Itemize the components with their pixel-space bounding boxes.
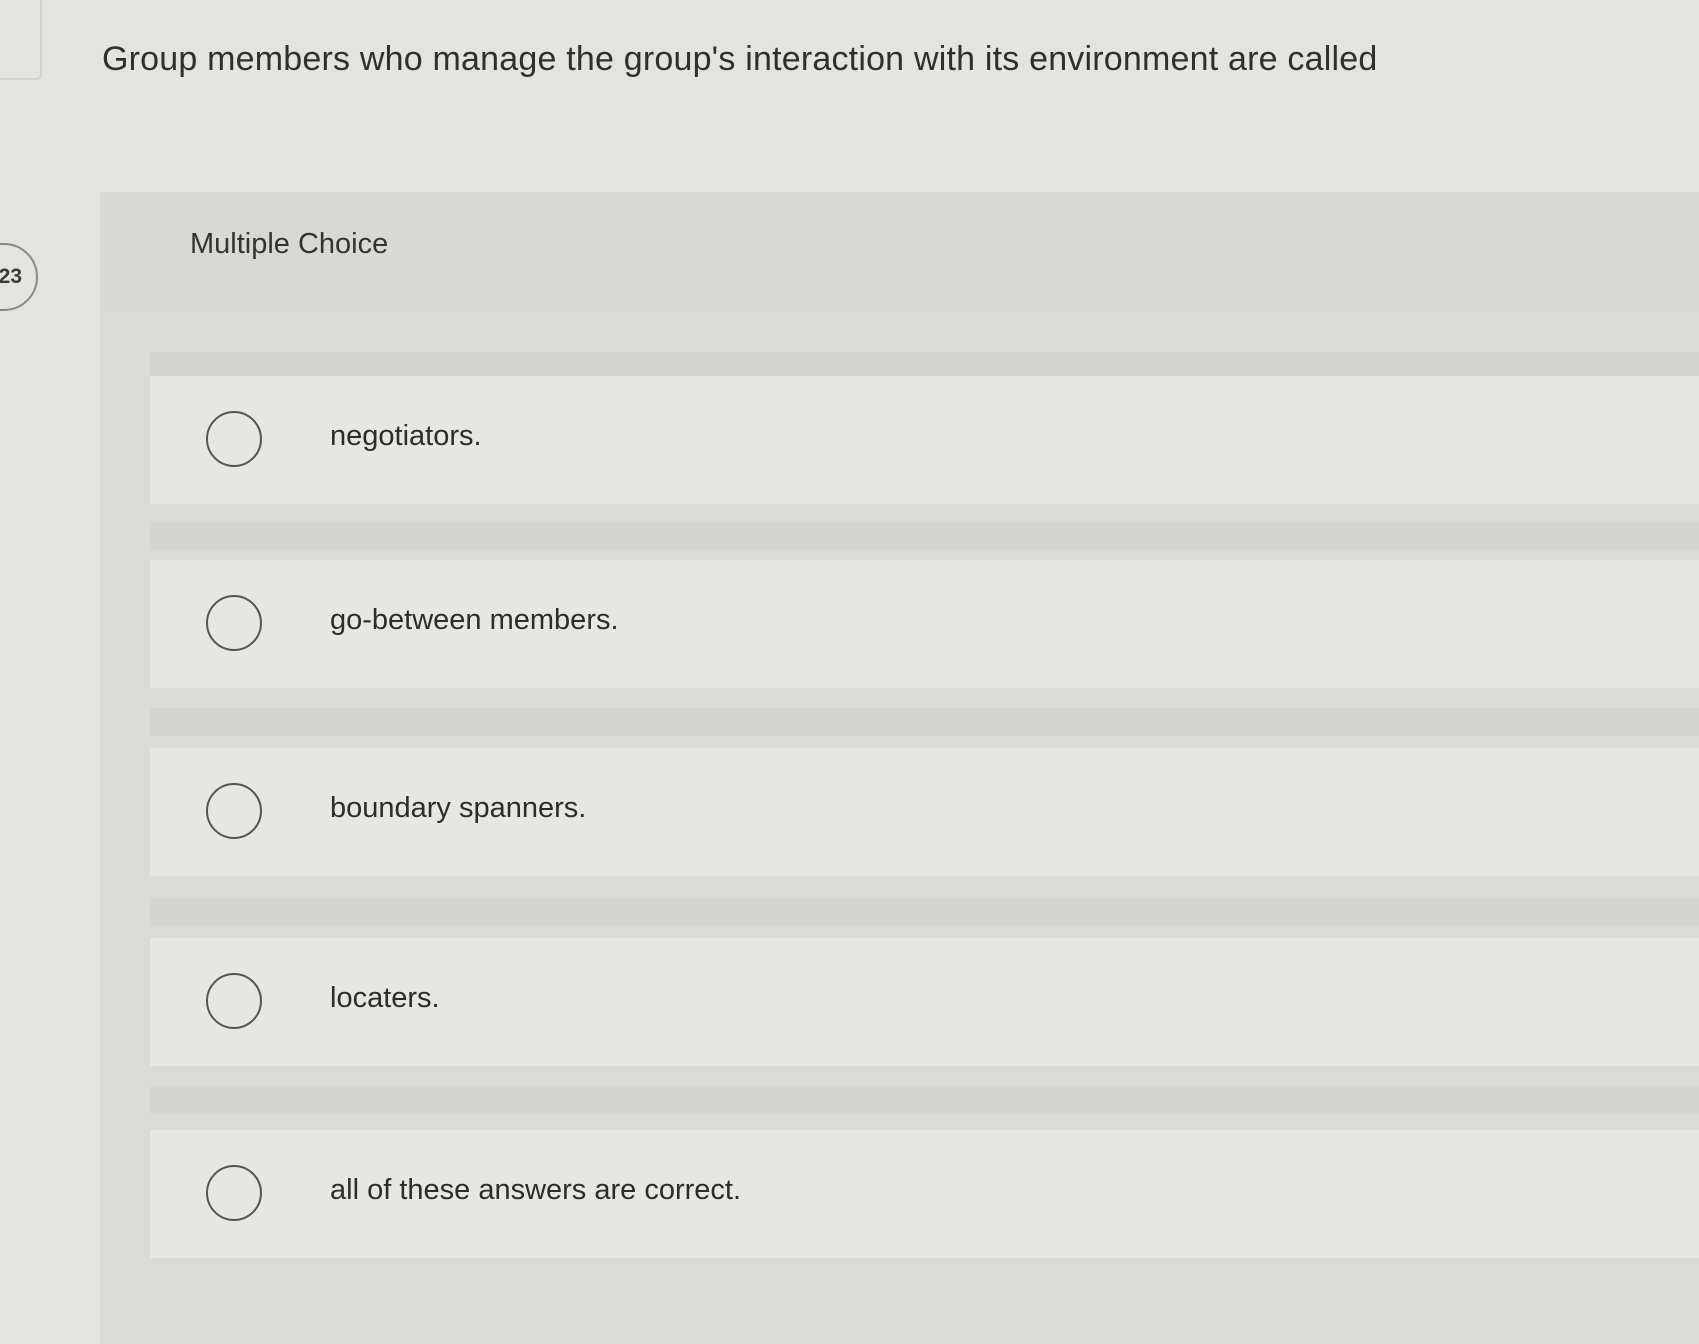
separator (150, 1086, 1699, 1114)
question-type-label: Multiple Choice (190, 228, 389, 260)
answer-option-label: all of these answers are correct. (330, 1174, 742, 1206)
radio-button[interactable] (206, 1165, 262, 1221)
separator (150, 898, 1699, 926)
left-nav-strip (0, 0, 42, 80)
separator (150, 708, 1699, 736)
question-page: 23 Group members who manage the group's … (0, 0, 1699, 1344)
answer-option[interactable]: all of these answers are correct. (150, 1130, 1699, 1258)
answer-option[interactable]: locaters. (150, 938, 1699, 1066)
answer-option-label: boundary spanners. (330, 792, 587, 824)
question-prompt: Group members who manage the group's int… (102, 40, 1378, 78)
radio-button[interactable] (206, 411, 262, 467)
radio-button[interactable] (206, 783, 262, 839)
answer-option[interactable]: negotiators. (150, 376, 1699, 504)
answer-option[interactable]: boundary spanners. (150, 748, 1699, 876)
answer-option-label: negotiators. (330, 420, 482, 452)
answer-option-label: go-between members. (330, 604, 619, 636)
question-number-badge[interactable]: 23 (0, 243, 38, 311)
radio-button[interactable] (206, 595, 262, 651)
separator (150, 522, 1699, 550)
radio-button[interactable] (206, 973, 262, 1029)
answer-option-label: locaters. (330, 982, 440, 1014)
answer-option[interactable]: go-between members. (150, 560, 1699, 688)
